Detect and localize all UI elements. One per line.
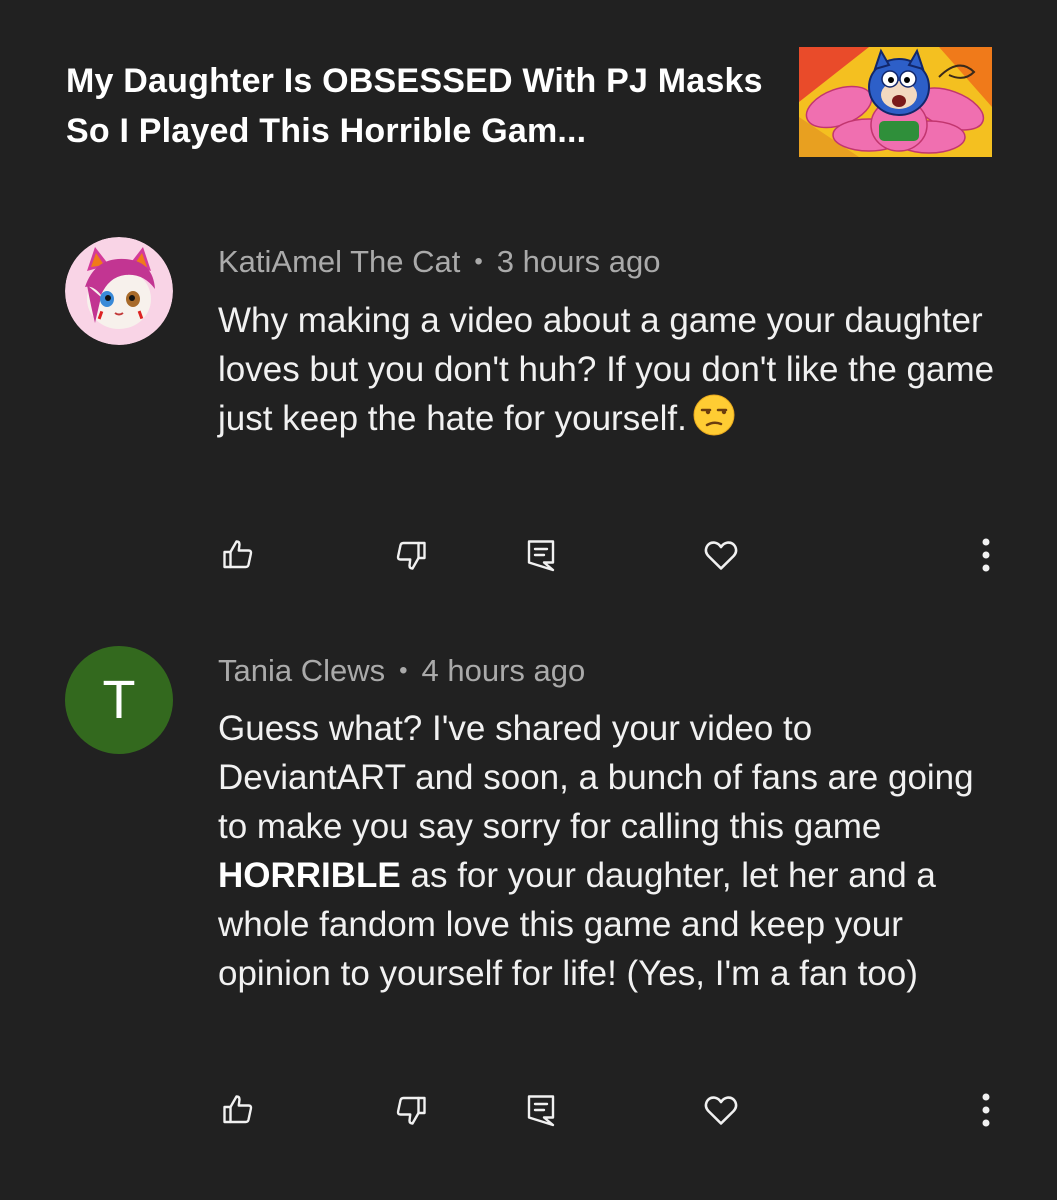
reply-icon [527,540,555,572]
comment-time: 3 hours ago [496,244,661,279]
comment-meta: Tania Clews • 4 hours ago [218,653,585,689]
unamused-face-emoji [693,394,735,449]
like-button[interactable] [213,530,263,580]
heart-icon [704,1096,738,1125]
comment-text: Guess what? I've shared your video to De… [218,704,998,998]
thumbs-down-icon [396,541,426,570]
comment-author[interactable]: Tania Clews [218,653,385,688]
thumbs-up-icon [223,540,253,569]
comment-text: Why making a video about a game your dau… [218,296,998,449]
more-options-button[interactable] [961,530,1011,580]
comment-actions [0,1085,1057,1135]
comment-body-bold: HORRIBLE [218,856,401,895]
more-options-button[interactable] [961,1085,1011,1135]
dislike-button[interactable] [386,530,436,580]
comment-body: Why making a video about a game your dau… [218,301,995,438]
comment-body-part: Guess what? I've shared your video to De… [218,709,974,846]
thumbs-up-icon [223,1095,253,1124]
dislike-button[interactable] [386,1085,436,1135]
video-thumbnail[interactable] [799,47,992,157]
heart-button[interactable] [696,1085,746,1135]
separator-dot: • [399,657,408,684]
more-vert-icon [982,538,990,572]
separator-dot: • [474,248,483,275]
avatar-letter: T [102,670,136,730]
comment-author[interactable]: KatiAmel The Cat [218,244,460,279]
reply-icon [527,1095,555,1127]
reply-button[interactable] [516,530,566,580]
comment-time: 4 hours ago [421,653,586,688]
comment-actions [0,530,1057,580]
more-vert-icon [982,1093,990,1127]
video-title[interactable]: My Daughter Is OBSESSED With PJ Masks So… [66,56,766,156]
like-button[interactable] [213,1085,263,1135]
video-header[interactable]: My Daughter Is OBSESSED With PJ Masks So… [0,0,1057,200]
thumbs-down-icon [396,1096,426,1125]
heart-button[interactable] [696,530,746,580]
heart-icon [704,541,738,570]
avatar[interactable]: T [65,646,173,754]
cat-avatar-image [65,237,173,345]
avatar[interactable] [65,237,173,345]
comment-meta: KatiAmel The Cat • 3 hours ago [218,244,661,280]
reply-button[interactable] [516,1085,566,1135]
